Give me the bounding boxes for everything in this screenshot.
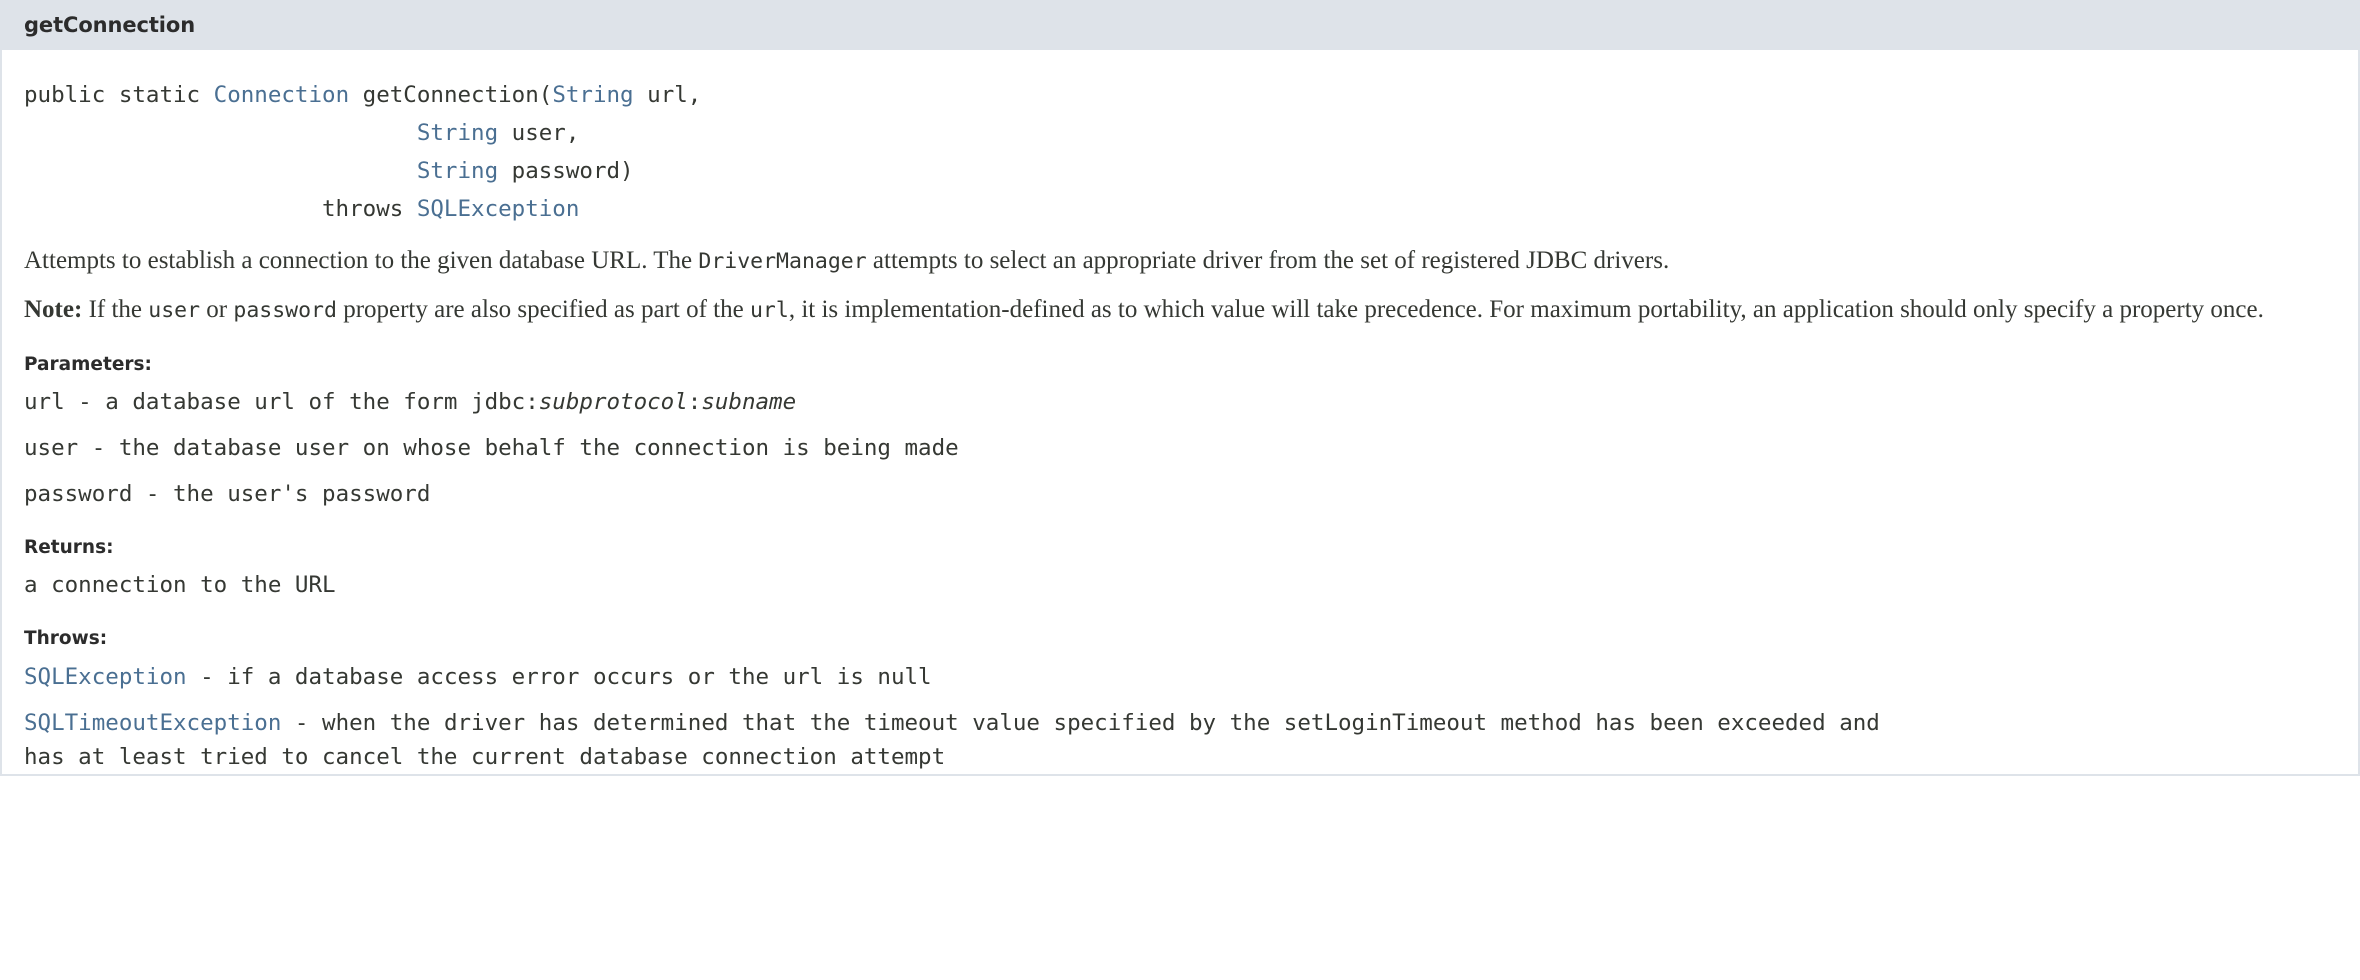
signature-param3-indent — [24, 158, 417, 184]
throws-desc: when the driver has determined that the … — [322, 709, 1880, 736]
note-text-part2: or — [200, 296, 234, 324]
throws-separator: - — [186, 663, 228, 690]
parameter-separator: - — [78, 435, 119, 462]
signature-param2-type-link[interactable]: String — [417, 120, 498, 146]
note-code-password: password — [233, 298, 337, 324]
signature-param2-indent — [24, 120, 417, 146]
throws-type-link-sqlexception[interactable]: SQLException — [24, 664, 187, 690]
signature-throws-keyword: throws — [322, 196, 417, 223]
parameter-item-url: url - a database url of the form jdbc:su… — [24, 385, 2336, 419]
parameters-label: Parameters: — [24, 354, 152, 376]
throws-desc: if a database access error occurs or the… — [227, 663, 932, 690]
throws-label: Throws: — [24, 628, 108, 650]
throws-line-1: SQLTimeoutException - when the driver ha… — [24, 706, 2336, 740]
note-text-part1: If the — [82, 296, 149, 324]
throws-line-2: has at least tried to cancel the current… — [24, 743, 946, 770]
method-note: Note: If the user or password property a… — [24, 293, 2336, 328]
signature-param1-type-link[interactable]: String — [552, 82, 633, 108]
signature-param3-type-link[interactable]: String — [417, 158, 498, 184]
parameter-desc-part2: : — [687, 389, 702, 416]
signature-line-1: public static Connection getConnection(S… — [24, 76, 2336, 114]
signature-modifiers: public static — [24, 82, 214, 109]
parameter-name-user: user — [24, 435, 79, 462]
signature-param3-name: password) — [498, 158, 634, 185]
returns-description: a connection to the URL — [24, 572, 336, 599]
signature-throws-type-link[interactable]: SQLException — [417, 196, 580, 222]
signature-line-3: String password) — [24, 152, 2336, 190]
note-text-part3: property are also specified as part of t… — [336, 296, 750, 324]
throws-item-sqlexception: SQLException - if a database access erro… — [24, 660, 2336, 694]
parameter-desc-part1: the user's password — [173, 481, 431, 508]
parameter-separator: - — [132, 481, 174, 508]
throws-item-sqltimeoutexception: SQLTimeoutException - when the driver ha… — [24, 706, 2336, 774]
note-code-url: url — [749, 298, 789, 324]
description-text-part1: Attempts to establish a connection to th… — [24, 247, 699, 275]
note-label: Note: — [24, 296, 83, 324]
signature-line-4: throws SQLException — [24, 190, 2336, 228]
note-code-user: user — [148, 298, 201, 324]
description-code-drivermanager: DriverManager — [698, 249, 867, 275]
signature-throws-indent — [24, 196, 322, 222]
returns-label: Returns: — [24, 537, 114, 559]
note-text-part4: , it is implementation-defined as to whi… — [788, 296, 2264, 324]
throws-type-link-sqltimeoutexception[interactable]: SQLTimeoutException — [24, 710, 281, 736]
description-text-part2: attempts to select an appropriate driver… — [866, 247, 1670, 275]
parameter-desc-part1: the database user on whose behalf the co… — [118, 435, 959, 462]
throws-separator: - — [281, 709, 323, 736]
page-title: getConnection — [24, 13, 196, 37]
parameter-desc-italic-subprotocol: subprotocol — [538, 389, 688, 416]
method-description: Attempts to establish a connection to th… — [24, 244, 2336, 279]
parameter-item-user: user - the database user on whose behalf… — [24, 431, 2336, 465]
parameter-name-url: url — [24, 389, 65, 416]
method-detail-panel: getConnection public static Connection g… — [0, 0, 2360, 776]
signature-param2-name: user, — [498, 120, 580, 147]
signature-method-name: getConnection( — [349, 82, 553, 109]
parameter-desc-part1: a database url of the form jdbc: — [105, 389, 539, 416]
method-header: getConnection — [2, 0, 2358, 51]
signature-param1-name: url, — [633, 82, 702, 109]
signature-line-2: String user, — [24, 114, 2336, 152]
parameter-item-password: password - the user's password — [24, 477, 2336, 511]
parameter-separator: - — [64, 389, 106, 416]
parameter-name-password: password — [24, 481, 133, 508]
parameter-desc-italic-subname: subname — [701, 389, 797, 416]
signature-return-type-link[interactable]: Connection — [214, 82, 349, 108]
method-body: public static Connection getConnection(S… — [2, 50, 2358, 774]
method-signature: public static Connection getConnection(S… — [24, 50, 2336, 236]
